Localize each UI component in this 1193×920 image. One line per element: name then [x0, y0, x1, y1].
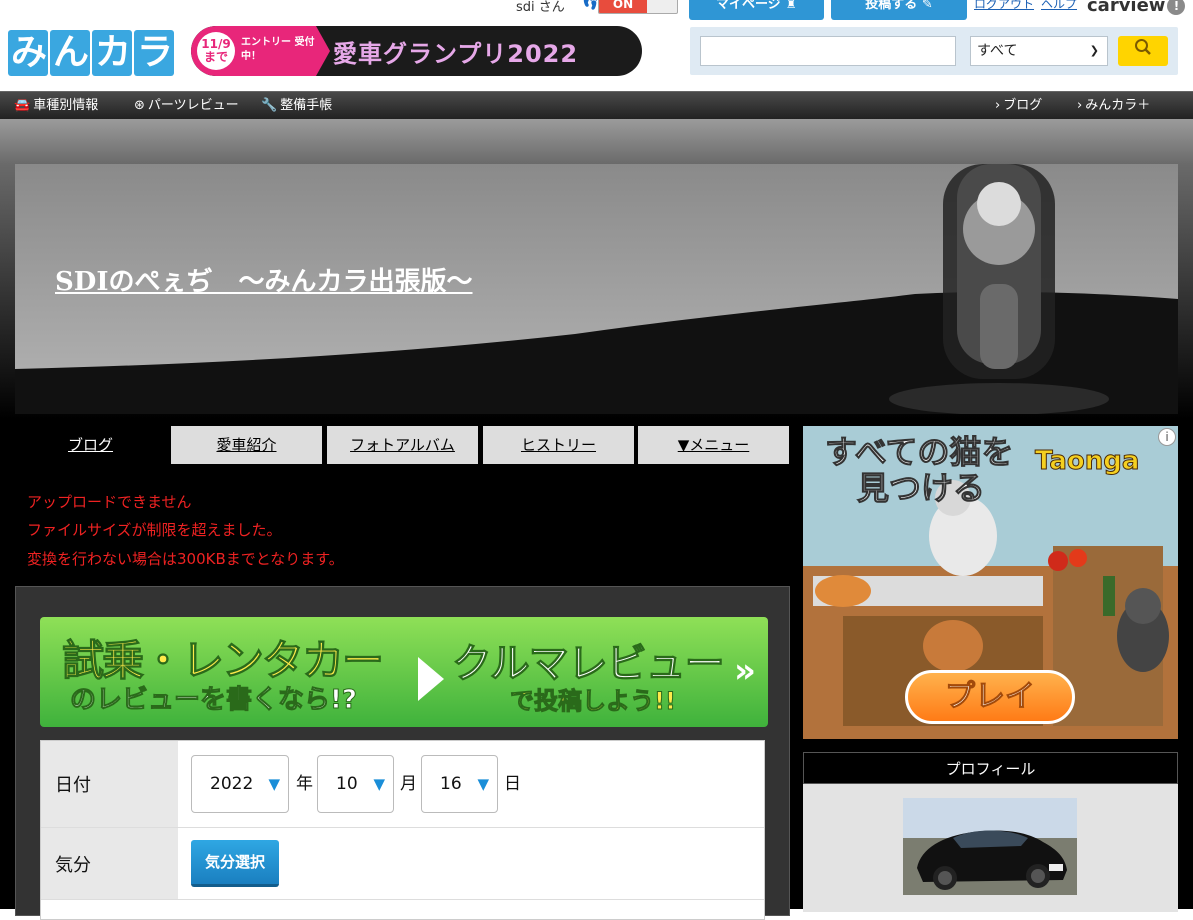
double-chevron-icon: »	[734, 651, 756, 691]
tab-photo-album[interactable]: フォトアルバム	[327, 426, 478, 464]
tab-car-intro[interactable]: 愛車紹介	[171, 426, 322, 464]
chevron-down-icon: ❯	[1089, 44, 1099, 57]
ad-headline-line: すべての猫を	[824, 433, 1014, 471]
blog-header-image: SDIのぺぇぢ ～みんカラ出張版～	[15, 164, 1178, 414]
global-nav: 🚘 車種別情報 ⊛ パーツレビュー 🔧 整備手帳 › ブログ › みんカラ＋	[0, 91, 1193, 119]
tab-menu[interactable]: ▼メニュー	[638, 426, 789, 464]
nav-label: パーツレビュー	[147, 98, 239, 113]
campaign-entry: エントリー 受付中！	[241, 37, 315, 62]
arrow-right-icon	[418, 657, 444, 701]
profile-car-photo[interactable]	[903, 798, 1077, 895]
ad-info-icon[interactable]: i	[1158, 428, 1176, 446]
chevron-right-icon: ›	[1077, 98, 1083, 113]
campaign-banner[interactable]: 11/9 まで エントリー 受付中！ 愛車グランプリ2022	[191, 26, 642, 76]
year-value: 2022	[210, 774, 254, 794]
carview-logo[interactable]: carview!	[1087, 0, 1186, 16]
post-label: 投稿する	[865, 0, 918, 12]
date-label: 日付	[41, 741, 178, 827]
minkara-logo[interactable]: み ん カ ラ	[8, 30, 174, 80]
month-unit: 月	[400, 774, 417, 794]
campaign-title: 愛車グランプリ2022	[333, 40, 579, 68]
mypage-button[interactable]: マイページ ♜	[689, 0, 824, 20]
nav-label: 車種別情報	[33, 98, 99, 113]
search-scope-select[interactable]: すべて ❯	[970, 36, 1108, 66]
campaign-arrow-icon	[316, 26, 330, 76]
logo-char: ラ	[134, 30, 174, 76]
pen-icon: ✎	[921, 0, 933, 12]
blog-title-link[interactable]: SDIのぺぇぢ ～みんカラ出張版～	[55, 261, 473, 298]
month-value: 10	[336, 774, 358, 794]
search-icon	[1135, 39, 1151, 55]
nav-minkara-plus[interactable]: › みんカラ＋	[1077, 92, 1150, 120]
carview-label: carview	[1087, 0, 1166, 16]
nav-parts-review[interactable]: ⊛ パーツレビュー	[134, 92, 239, 120]
mypage-label: マイページ	[716, 0, 781, 12]
help-link[interactable]: ヘルプ	[1041, 0, 1077, 12]
mood-label: 気分	[41, 828, 178, 899]
ad-brand-logo: Taonga	[1034, 446, 1140, 477]
post-form: 日付 2022 ▼ 年 10 ▼ 月 16 ▼ 日 気分 気分選択	[40, 740, 765, 920]
day-value: 16	[440, 774, 462, 794]
nav-car-info[interactable]: 🚘 車種別情報	[14, 92, 98, 120]
toggle-on-label: ON	[599, 0, 647, 13]
nav-label: ブログ	[1003, 98, 1043, 113]
tab-blog[interactable]: ブログ	[15, 426, 166, 464]
banner-text: で投稿しよう!!	[510, 687, 677, 716]
nav-maintenance[interactable]: 🔧 整備手帳	[261, 92, 332, 120]
chevron-right-icon: ›	[995, 98, 1001, 113]
profile-header: プロフィール	[803, 752, 1178, 784]
ad-headline-line: 見つける	[856, 469, 986, 507]
search-input[interactable]	[700, 36, 956, 66]
year-unit: 年	[296, 774, 313, 794]
month-select[interactable]: 10 ▼	[317, 755, 394, 813]
triangle-down-icon: ▼	[373, 775, 385, 793]
day-unit: 日	[504, 774, 521, 794]
date-row: 日付 2022 ▼ 年 10 ▼ 月 16 ▼ 日	[41, 741, 764, 828]
search-scope-value: すべて	[977, 43, 1018, 59]
advertisement[interactable]: すべての猫を 見つける Taonga プレイ i	[803, 426, 1178, 739]
info-icon: !	[1167, 0, 1186, 15]
wrench-icon: 🔧	[261, 98, 278, 113]
parts-icon: ⊛	[134, 98, 145, 113]
logo-char: カ	[92, 30, 132, 76]
mood-row: 気分 気分選択	[41, 828, 764, 900]
error-message: ファイルサイズが制限を超えました。	[27, 521, 282, 539]
year-select[interactable]: 2022 ▼	[191, 755, 289, 813]
profile-widget: プロフィール	[803, 752, 1178, 912]
campaign-badge: 11/9 まで エントリー 受付中！	[191, 26, 316, 76]
nav-label: 整備手帳	[280, 98, 333, 113]
error-message: 変換を行わない場合は300KBまでとなります。	[27, 550, 344, 568]
ad-play-button[interactable]: プレイ	[905, 670, 1075, 724]
day-select[interactable]: 16 ▼	[421, 755, 498, 813]
trophy-icon: ♜	[785, 0, 797, 12]
ad-headline: すべての猫を 見つける	[824, 433, 1014, 507]
search-box: すべて ❯	[690, 27, 1178, 75]
logout-link[interactable]: ログアウト	[974, 0, 1034, 12]
search-button[interactable]	[1118, 36, 1168, 66]
tab-history[interactable]: ヒストリー	[483, 426, 634, 464]
triangle-down-icon: ▼	[477, 775, 489, 793]
car-icon: 🚘	[14, 98, 31, 113]
triangle-down-icon: ▼	[268, 775, 280, 793]
footprint-icon: 👣	[582, 0, 599, 11]
user-name: sdi さん	[516, 0, 565, 15]
mood-select-button[interactable]: 気分選択	[191, 840, 279, 887]
footprint-toggle[interactable]: ON	[598, 0, 678, 14]
banner-text: のレビューを書くなら!?	[70, 685, 358, 716]
logo-char: ん	[50, 30, 90, 76]
car-photo-image	[903, 798, 1077, 895]
post-button[interactable]: 投稿する ✎	[831, 0, 967, 20]
car-review-banner[interactable]: 試乗・レンタカー のレビューを書くなら!? クルマレビュー で投稿しよう!! »	[40, 617, 768, 727]
site-header: み ん カ ラ 11/9 まで エントリー 受付中！ 愛車グランプリ2022 s…	[0, 0, 1193, 91]
campaign-date: 11/9 まで	[197, 32, 235, 70]
error-message: アップロードできません	[27, 493, 192, 511]
nav-label: みんカラ＋	[1085, 98, 1151, 113]
nav-blog[interactable]: › ブログ	[995, 92, 1042, 120]
logo-char: み	[8, 30, 48, 76]
